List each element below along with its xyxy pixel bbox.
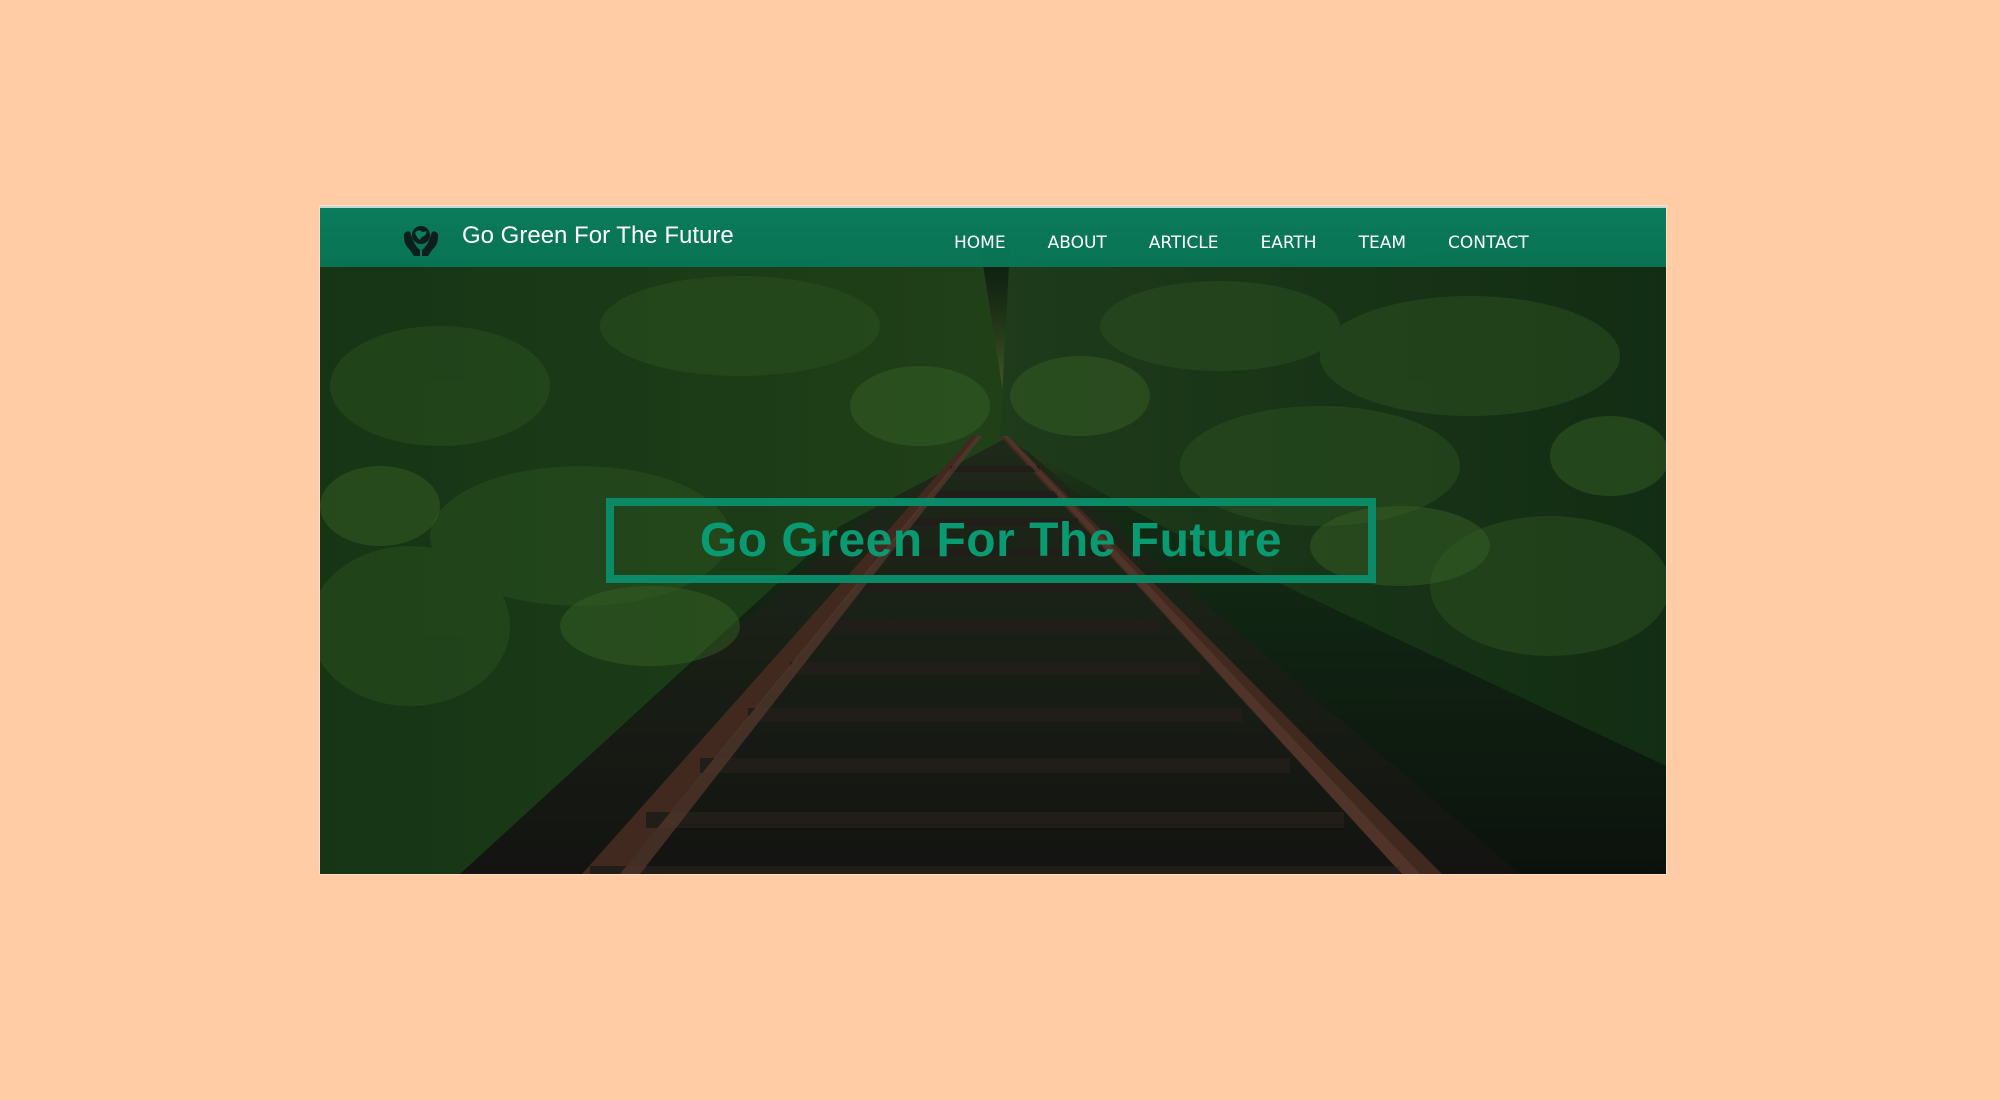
hero-title: Go Green For The Future [699,514,1283,567]
navbar: Go Green For The Future HOME ABOUT ARTIC… [320,206,1666,267]
hands-holding-earth-icon[interactable] [400,220,442,262]
brand-title[interactable]: Go Green For The Future [462,222,734,250]
hero-title-box: Go Green For The Future [606,498,1376,583]
main-nav: HOME ABOUT ARTICLE EARTH TEAM CONTACT [954,233,1529,253]
website-preview: Go Green For The Future HOME ABOUT ARTIC… [320,206,1666,874]
nav-item-contact[interactable]: CONTACT [1448,233,1529,253]
nav-item-article[interactable]: ARTICLE [1149,233,1219,253]
nav-item-team[interactable]: TEAM [1359,233,1406,253]
nav-item-about[interactable]: ABOUT [1048,233,1107,253]
nav-item-earth[interactable]: EARTH [1260,233,1316,253]
nav-item-home[interactable]: HOME [954,233,1006,253]
